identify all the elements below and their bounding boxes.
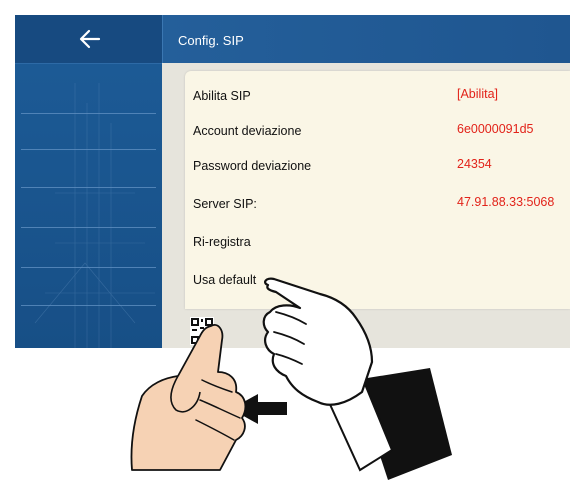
gesture-illustration (130, 277, 452, 480)
pointing-hand-icon (262, 277, 374, 406)
left-hand (130, 324, 247, 471)
